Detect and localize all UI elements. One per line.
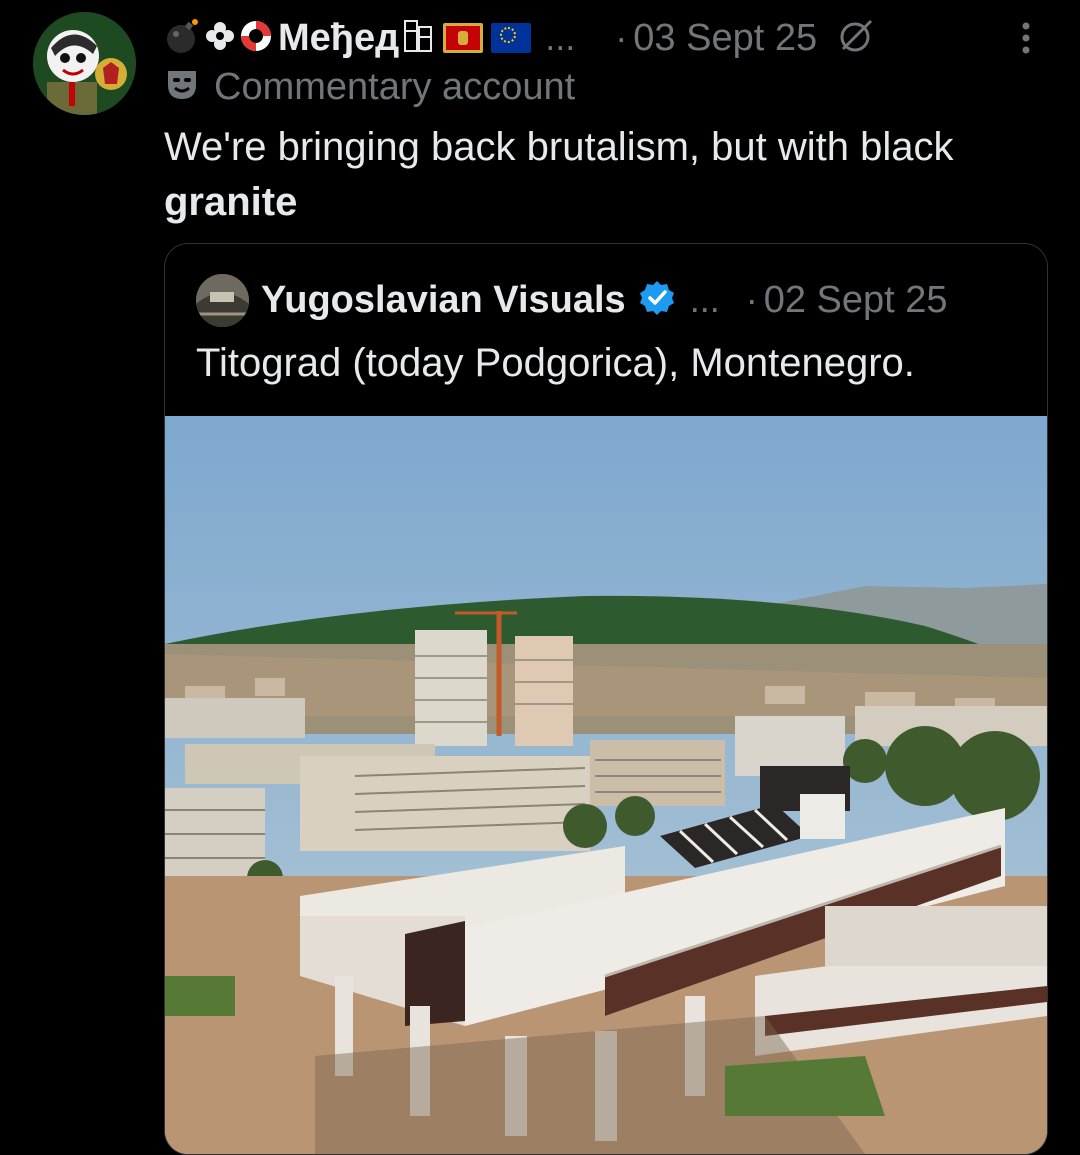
flower-icon <box>204 20 236 57</box>
theater-mask-icon <box>164 67 200 108</box>
account-subtitle: Commentary account <box>214 65 576 108</box>
tower-icon <box>403 19 433 58</box>
photo-titograd-brutalist-buildings[interactable] <box>165 416 1047 1154</box>
life-buoy-icon <box>238 18 274 59</box>
name-truncation: ... <box>545 17 576 58</box>
quoted-post-text: Titograd (today Podgorica), Montenegro. <box>196 341 915 385</box>
grok-icon[interactable] <box>835 15 877 62</box>
date-separator: · <box>615 17 628 58</box>
post-text-main: We're bringing back brutalism, but with … <box>164 125 954 169</box>
post-text: We're bringing back brutalism, but with … <box>164 120 1044 230</box>
bomb-icon <box>164 17 202 60</box>
quoted-author-avatar[interactable] <box>196 273 249 327</box>
post-date[interactable]: 03 Sept 25 <box>633 17 817 60</box>
post-text-bold: granite <box>164 180 298 224</box>
account-label: Commentary account <box>164 64 575 110</box>
montenegro-flag-icon <box>443 23 484 53</box>
post-header: Међед ... · 03 Sept 25 <box>164 10 1064 66</box>
more-options-icon[interactable] <box>1014 18 1038 63</box>
quoted-author-name[interactable]: Yugoslavian Visuals <box>261 279 626 322</box>
verified-badge-icon <box>638 279 676 322</box>
quoted-post[interactable]: Yugoslavian Visuals ... · 02 Sept 25 Tit… <box>164 243 1048 1155</box>
eu-flag-icon <box>491 23 532 53</box>
quoted-date-separator: · <box>745 279 758 320</box>
author-avatar[interactable] <box>33 12 136 115</box>
quoted-name-truncation: ... <box>689 279 720 320</box>
quoted-post-date: 02 Sept 25 <box>763 278 948 321</box>
author-name[interactable]: Међед <box>278 17 399 60</box>
quoted-post-header: Yugoslavian Visuals ... · 02 Sept 25 <box>196 272 948 328</box>
